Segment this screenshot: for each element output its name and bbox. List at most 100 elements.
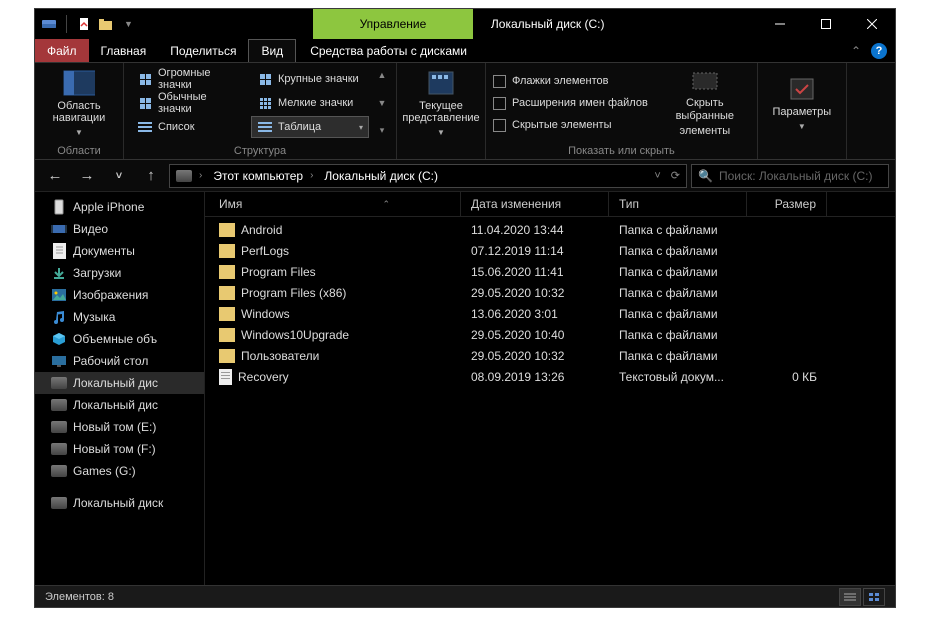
view-list[interactable]: Список [131,116,249,138]
tree-item[interactable]: Объемные объ [35,328,204,350]
chevron-down-icon: ▼ [798,122,806,131]
music-icon [51,309,67,325]
folder-icon [219,328,235,342]
breadcrumb-current[interactable]: Локальный диск (C:) [320,169,442,183]
tree-item[interactable]: Apple iPhone [35,196,204,218]
tree-item[interactable]: Локальный дис [35,372,204,394]
ribbon-group-layout: Огромные значки Крупные значки Обычные з… [124,63,397,159]
hide-selected-icon [689,68,721,94]
chevron-down-icon: ▾ [359,123,363,132]
tree-item[interactable]: Новый том (F:) [35,438,204,460]
forward-button[interactable]: → [73,163,101,189]
drive-icon [51,495,67,511]
thumbnails-view-button[interactable] [863,588,885,606]
drive-icon [51,463,67,479]
tab-drive-tools[interactable]: Средства работы с дисками [296,39,481,62]
file-name: PerfLogs [241,244,289,258]
status-bar: Элементов: 8 [35,585,895,607]
tab-home[interactable]: Главная [89,39,159,62]
refresh-icon[interactable]: ⟳ [671,169,680,182]
file-extensions-toggle[interactable]: Расширения имен файлов [493,93,648,113]
minimize-button[interactable] [757,9,803,39]
navigation-pane-button[interactable]: Область навигации ▼ [42,68,116,138]
file-date: 11.04.2020 13:44 [461,223,609,237]
view-medium-icons[interactable]: Обычные значки [131,92,249,114]
tree-item[interactable]: Games (G:) [35,460,204,482]
up-button[interactable]: ↑ [137,163,165,189]
tree-item[interactable]: Видео [35,218,204,240]
maximize-button[interactable] [803,9,849,39]
checkbox-icon [493,97,506,110]
details-view-button[interactable] [839,588,861,606]
explorer-window: ▼ Управление Локальный диск (C:) Файл Гл… [34,8,896,608]
tree-item-label: Видео [73,222,108,236]
checkbox-icon [493,119,506,132]
ribbon-group-panes: Область навигации ▼ Области [35,63,124,159]
tree-item[interactable]: Документы [35,240,204,262]
ribbon-tabs: Файл Главная Поделиться Вид Средства раб… [35,39,895,63]
back-button[interactable]: ← [41,163,69,189]
tree-item-label: Новый том (E:) [73,420,156,434]
hide-selected-button[interactable]: Скрыть выбранные элементы [660,68,750,138]
file-row[interactable]: Program Files15.06.2020 11:41Папка с фай… [205,261,895,282]
tab-share[interactable]: Поделиться [158,39,248,62]
chevron-right-icon[interactable]: › [196,170,205,181]
recent-locations-button[interactable]: ˅ [105,163,133,189]
column-name[interactable]: Имя⌃ [205,192,461,216]
drive-icon [51,397,67,413]
tree-item[interactable]: Загрузки [35,262,204,284]
file-date: 13.06.2020 3:01 [461,307,609,321]
column-type[interactable]: Тип [609,192,747,216]
doc-icon [51,243,67,259]
folder-icon [219,223,235,237]
tree-item[interactable]: Локальный дис [35,394,204,416]
close-button[interactable] [849,9,895,39]
view-details[interactable]: Таблица▾ [251,116,369,138]
address-bar[interactable]: › Этот компьютер› Локальный диск (C:) ˅ … [169,164,687,188]
column-date[interactable]: Дата изменения [461,192,609,216]
tree-item[interactable]: Рабочий стол [35,350,204,372]
tab-view[interactable]: Вид [248,39,296,62]
view-extra-large-icons[interactable]: Огромные значки [131,68,249,90]
breadcrumb-this-pc[interactable]: Этот компьютер› [209,169,320,183]
tree-item-label: Apple iPhone [73,200,144,214]
file-name: Windows [241,307,290,321]
options-button[interactable]: Параметры ▼ [765,68,839,138]
group-label: Показать или скрыть [486,143,757,159]
search-box[interactable]: 🔍 Поиск: Локальный диск (C:) [691,164,889,188]
file-type: Папка с файлами [609,307,747,321]
file-row[interactable]: Recovery08.09.2019 13:26Текстовый докум.… [205,366,895,387]
file-row[interactable]: Program Files (x86)29.05.2020 10:32Папка… [205,282,895,303]
file-name: Program Files [241,265,316,279]
address-dropdown-icon[interactable]: ˅ [654,170,660,182]
tree-item[interactable]: Изображения [35,284,204,306]
file-name: Android [241,223,282,237]
column-size[interactable]: Размер [747,192,827,216]
item-checkboxes-toggle[interactable]: Флажки элементов [493,71,648,91]
file-row[interactable]: Android11.04.2020 13:44Папка с файлами [205,219,895,240]
tree-item-label: Изображения [73,288,148,302]
collapse-ribbon-icon[interactable]: ⌃ [851,44,861,58]
properties-icon[interactable] [76,16,92,32]
drive-icon [51,419,67,435]
qat-dropdown-icon[interactable]: ▼ [120,19,137,29]
hidden-items-toggle[interactable]: Скрытые элементы [493,115,648,135]
file-row[interactable]: Windows10Upgrade29.05.2020 10:40Папка с … [205,324,895,345]
file-row[interactable]: Windows 13.06.2020 3:01Папка с файлами [205,303,895,324]
tree-item[interactable]: Локальный диск [35,492,204,514]
help-icon[interactable]: ? [871,43,887,59]
tree-item[interactable]: Музыка [35,306,204,328]
tree-item-label: Документы [73,244,135,258]
current-view-button[interactable]: Текущее представление ▼ [404,68,478,138]
contextual-tab-manage[interactable]: Управление [313,9,473,39]
view-large-icons[interactable]: Крупные значки [251,68,369,90]
tab-file[interactable]: Файл [35,39,89,62]
file-row[interactable]: PerfLogs07.12.2019 11:14Папка с файлами [205,240,895,261]
layout-scroll[interactable]: ▲▼▾ [375,70,389,136]
tree-item[interactable]: Новый том (E:) [35,416,204,438]
navigation-pane-icon [63,69,95,97]
new-folder-icon[interactable] [98,16,114,32]
view-small-icons[interactable]: Мелкие значки [251,92,369,114]
tree-item-label: Объемные объ [73,332,157,346]
file-row[interactable]: Пользователи29.05.2020 10:32Папка с файл… [205,345,895,366]
